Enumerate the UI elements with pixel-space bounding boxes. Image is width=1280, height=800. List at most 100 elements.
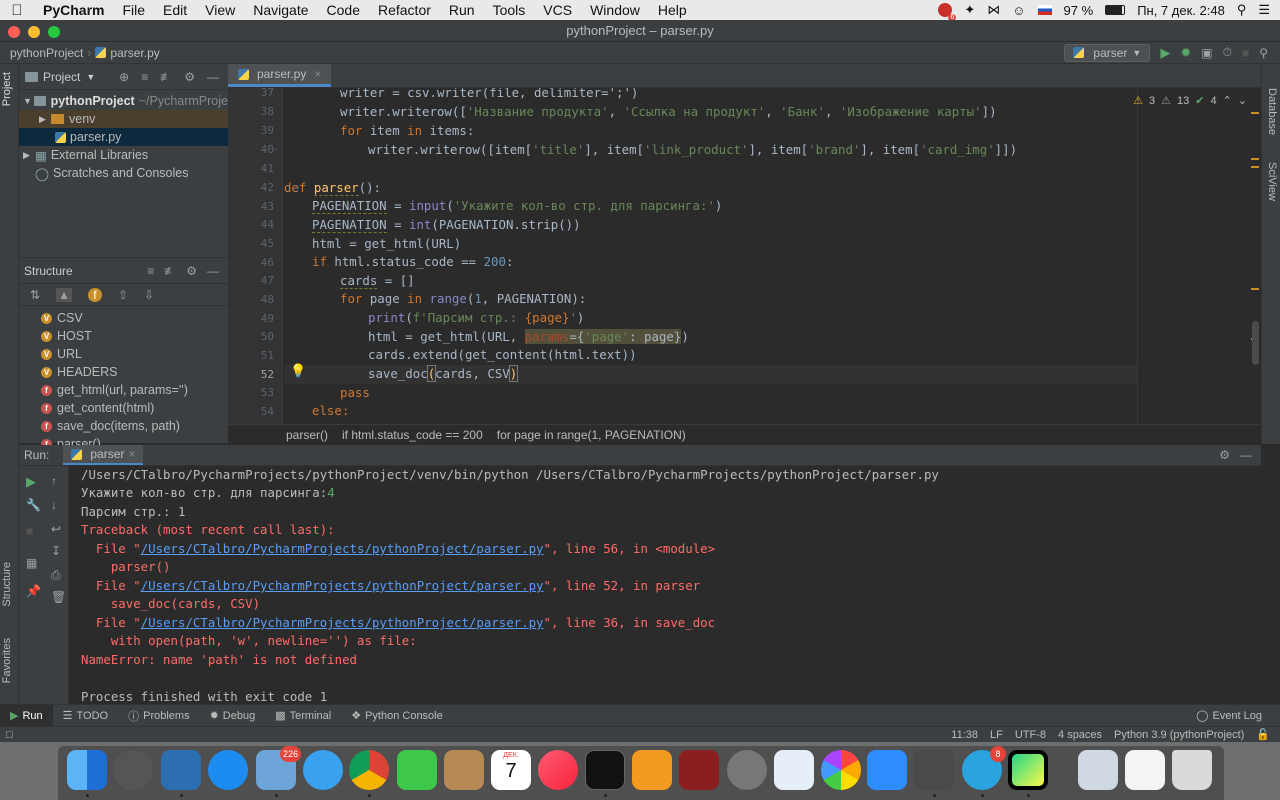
nav-project[interactable]: pythonProject [0,46,83,60]
print-icon[interactable]: ⎙ [51,568,61,583]
arrow-down-icon[interactable]: ↓ [51,498,57,512]
menu-run[interactable]: Run [440,2,484,18]
photo-booth-icon[interactable] [679,750,719,790]
tree-item-root[interactable]: ▼ pythonProject ~/PycharmProje [19,92,228,110]
autoscroll-from-source-icon[interactable]: ⇩ [144,288,154,302]
close-window-button[interactable] [8,26,20,38]
lock-icon[interactable]: 🔓 [1256,728,1270,741]
spotlight-icon[interactable]: ⚲ [1237,2,1247,18]
run-icon[interactable]: ▶ [1160,45,1170,61]
menu-window[interactable]: Window [581,2,649,18]
notification-center-icon[interactable]: ☰ [1258,2,1270,18]
system-preferences-icon[interactable] [727,750,767,790]
search-everywhere-icon[interactable]: ⚲ [1259,46,1268,60]
hide-panel-icon[interactable]: — [1240,448,1252,462]
expand-all-icon[interactable]: ≡ [147,264,154,278]
project-tool-tab[interactable]: Project [1,72,13,106]
arrow-up-icon[interactable]: ↑ [51,474,57,488]
structure-item[interactable]: f get_html(url, params='') [19,381,228,399]
sublime-text-icon[interactable] [914,750,954,790]
hide-panel-icon[interactable]: — [207,264,219,278]
preview-icon[interactable] [774,750,814,790]
tree-item-parser[interactable]: parser.py [19,128,228,146]
tree-item-venv[interactable]: ▶ venv [19,110,228,128]
autoscroll-to-source-icon[interactable]: ⇧ [118,288,128,302]
tree-item-scratches[interactable]: ◯ Scratches and Consoles [19,164,228,182]
database-tool-tab[interactable]: Database [1266,88,1278,135]
menu-vcs[interactable]: VCS [534,2,581,18]
error-stripe-mark[interactable] [1251,288,1259,290]
layout-icon[interactable]: ▦ [26,556,37,570]
notification-app-icon[interactable]: 6 [938,3,957,21]
indent-setting[interactable]: 4 spaces [1058,729,1102,741]
calendar-icon[interactable]: ДЕК. 7 [491,750,531,790]
wifi-icon[interactable]: ☺ [1012,3,1025,18]
traceback-file-link[interactable]: /Users/CTalbro/PycharmProjects/pythonPro… [141,615,544,630]
rerun-icon[interactable]: ▶ [26,474,36,490]
project-panel-title[interactable]: Project [43,70,80,84]
tree-item-external-libraries[interactable]: ▶ ▦ External Libraries [19,146,228,164]
file-encoding[interactable]: UTF-8 [1015,729,1046,741]
fold-marker-icon[interactable]: ▫ [274,145,277,154]
intention-bulb-icon[interactable]: 💡 [290,363,306,379]
traceback-file-link[interactable]: /Users/CTalbro/PycharmProjects/pythonPro… [141,541,544,556]
tool-tab-event-log[interactable]: ◯ Event Log [1186,709,1280,723]
contacts-icon[interactable] [444,750,484,790]
caret-position[interactable]: 11:38 [951,729,978,741]
books-icon[interactable] [632,750,672,790]
favorites-tool-tab[interactable]: Favorites [1,638,13,683]
editor-scrollbar-thumb[interactable] [1252,321,1259,365]
terminal-app-icon[interactable] [585,750,625,790]
downloads-folder-icon[interactable] [1078,750,1118,790]
scroll-to-end-icon[interactable]: ↧ [51,544,61,558]
photos-icon[interactable] [821,750,861,790]
minimize-window-button[interactable] [28,26,40,38]
menu-help[interactable]: Help [649,2,696,18]
structure-item[interactable]: V HEADERS [19,363,228,381]
debug-icon[interactable]: ✹ [1180,45,1191,61]
tool-tab-debug[interactable]: ✹ Debug [200,709,266,723]
breadcrumb-item[interactable]: if html.status_code == 200 [342,428,483,442]
tool-tab-problems[interactable]: ⓘ Problems [118,708,199,724]
chevron-down-icon[interactable]: ▼ [86,72,95,82]
menu-refactor[interactable]: Refactor [369,2,440,18]
soft-wrap-icon[interactable]: ↩ [51,522,61,536]
menu-navigate[interactable]: Navigate [244,2,317,18]
trash-icon[interactable] [1172,750,1212,790]
battery-percent[interactable]: 97 % [1064,3,1094,18]
toggle-tool-windows-icon[interactable]: □ [0,729,13,741]
sciview-tool-tab[interactable]: SciView [1266,162,1278,201]
wrench-icon[interactable]: 🔧 [26,498,41,512]
gear-icon[interactable]: ⚙ [184,70,195,84]
app-store-icon[interactable] [208,750,248,790]
tool-tab-python-console[interactable]: ❖ Python Console [341,709,453,723]
nav-file[interactable]: parser.py [110,46,159,60]
run-tab[interactable]: parser × [63,445,144,465]
safari-icon[interactable] [303,750,343,790]
breadcrumb-item[interactable]: parser() [286,428,328,442]
stop-icon[interactable]: ■ [1242,46,1249,60]
menu-code[interactable]: Code [318,2,369,18]
battery-icon[interactable] [1105,5,1126,15]
clock[interactable]: Пн, 7 дек. 2:48 [1137,3,1225,18]
menu-app[interactable]: PyCharm [34,2,113,18]
hide-panel-icon[interactable]: — [207,70,219,84]
chevron-up-icon[interactable]: ⌃ [1223,94,1232,107]
document-stack-icon[interactable] [1125,750,1165,790]
chrome-icon[interactable] [349,750,389,790]
coverage-icon[interactable]: ▣ [1201,46,1212,60]
gear-icon[interactable]: ⚙ [186,264,197,278]
chevron-down-icon[interactable]: ⌄ [1238,94,1247,107]
profile-icon[interactable]: ⏱ [1223,45,1232,60]
traceback-file-link[interactable]: /Users/CTalbro/PycharmProjects/pythonPro… [141,578,544,593]
apple-menu-icon[interactable]:  [0,2,34,19]
structure-item[interactable]: V HOST [19,327,228,345]
code-editor[interactable]: 37 38 39 40 42 41 43 44 45 46 47 48 49 5… [228,88,1261,424]
structure-item[interactable]: V URL [19,345,228,363]
pin-icon[interactable]: 📌 [26,584,41,598]
input-source-flag-icon[interactable] [1037,5,1052,15]
audio-icon[interactable]: ✦ [964,2,975,18]
run-console[interactable]: ▶ ↑ 🔧 ↓ ■ ↩ ▦ ↧ ⎙ 📌 🗑 /Users/CTalbro/Pyc… [19,466,1261,704]
launchpad-icon[interactable] [113,750,153,790]
collapse-all-icon[interactable]: ≢ [164,264,176,278]
